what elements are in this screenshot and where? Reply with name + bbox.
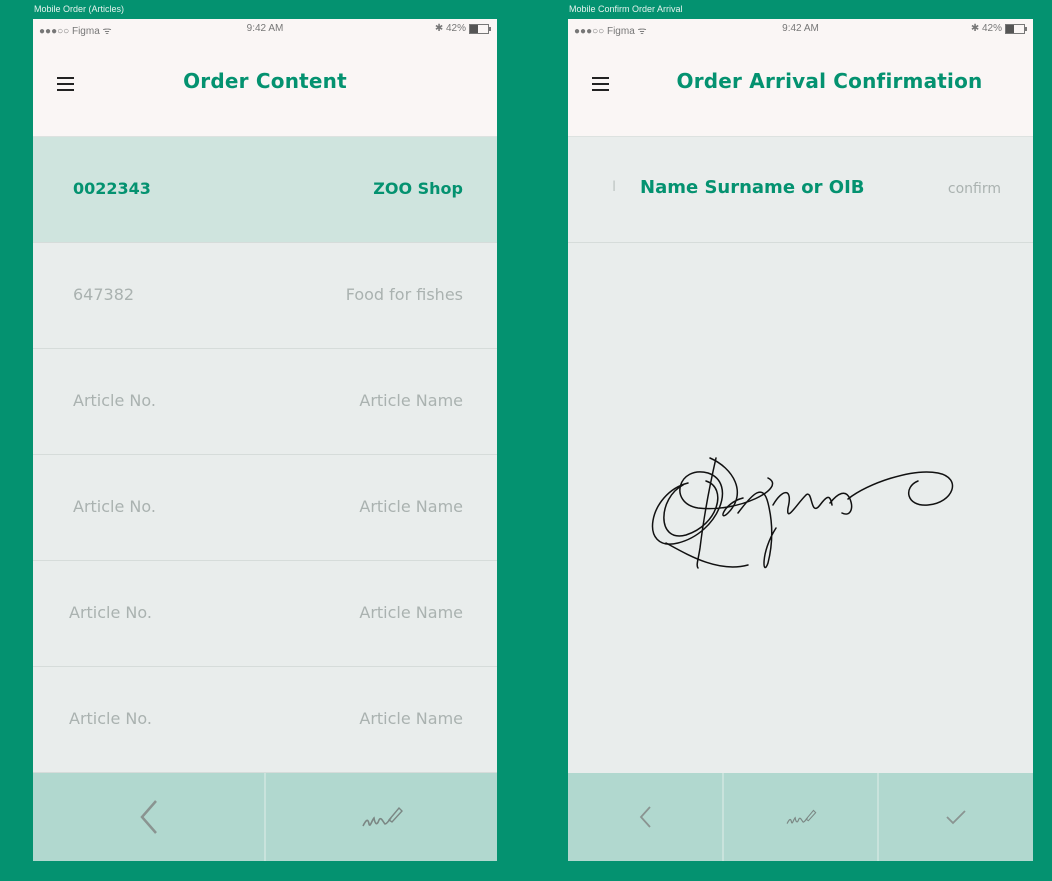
handwritten-signature: [651, 457, 954, 569]
bottom-action-bar: [568, 773, 1033, 861]
article-name: Food for fishes: [345, 285, 463, 304]
list-item[interactable]: 647382 Food for fishes: [33, 243, 497, 349]
hamburger-menu-icon[interactable]: [592, 77, 609, 91]
sign-button[interactable]: [724, 773, 880, 861]
back-button[interactable]: [33, 773, 266, 861]
article-name: Article Name: [359, 709, 463, 728]
order-number: 0022343: [73, 179, 151, 198]
time-text: 9:42 AM: [246, 23, 284, 34]
article-number: Article No.: [69, 603, 152, 622]
text-cursor: I: [612, 179, 617, 195]
status-bar: ●●●○○ Figma ᯤ 9:42 AM ✱ 42%: [33, 19, 497, 39]
back-icon: [139, 800, 157, 834]
article-number: Article No.: [69, 709, 152, 728]
name-input-field[interactable]: I Name Surname or OIB confirm: [568, 137, 1033, 243]
time-text: 9:42 AM: [782, 23, 819, 34]
article-number: Article No.: [73, 391, 156, 410]
phone-arrival-confirmation: ●●●○○ Figma ᯤ 9:42 AM ✱ 42% Order Arriva…: [568, 19, 1033, 861]
signature-icon: [786, 809, 816, 824]
confirm-button[interactable]: [879, 773, 1033, 861]
battery-icon: [1005, 23, 1027, 34]
page-title: Order Content: [183, 69, 347, 93]
check-icon: [946, 810, 966, 825]
bottom-action-bar: [33, 773, 497, 861]
name-placeholder: Name Surname or OIB: [640, 177, 865, 198]
signature-canvas[interactable]: [568, 243, 1033, 773]
app-header: Order Arrival Confirmation: [568, 39, 1033, 137]
article-number: 647382: [73, 285, 135, 304]
frame-label-right: Mobile Confirm Order Arrival: [569, 4, 683, 14]
phone-order-content: ●●●○○ Figma ᯤ 9:42 AM ✱ 42% Order Conten…: [33, 19, 497, 861]
article-name: Article Name: [359, 603, 463, 622]
list-item[interactable]: Article No. Article Name: [33, 667, 497, 773]
sign-button[interactable]: [266, 773, 497, 861]
back-button[interactable]: [568, 773, 724, 861]
battery-indicator: ✱ 42%: [434, 23, 491, 34]
confirm-link[interactable]: confirm: [948, 181, 1001, 197]
battery-text: ✱ 42%: [434, 23, 466, 34]
battery-icon: [469, 23, 491, 34]
battery-indicator: ✱ 42%: [970, 23, 1027, 34]
article-name: Article Name: [359, 497, 463, 516]
list-item[interactable]: Article No. Article Name: [33, 561, 497, 667]
list-item[interactable]: Article No. Article Name: [33, 455, 497, 561]
back-icon: [639, 806, 651, 828]
article-name: Article Name: [359, 391, 463, 410]
order-header-row[interactable]: 0022343 ZOO Shop: [33, 137, 497, 243]
article-number: Article No.: [73, 497, 156, 516]
app-header: Order Content: [33, 39, 497, 137]
page-title: Order Arrival Confirmation: [676, 69, 983, 93]
status-bar: ●●●○○ Figma ᯤ 9:42 AM ✱ 42%: [568, 19, 1033, 39]
list-item[interactable]: Article No. Article Name: [33, 349, 497, 455]
frame-label-left: Mobile Order (Articles): [34, 4, 125, 14]
signature-icon: [361, 806, 403, 827]
battery-text: ✱ 42%: [970, 23, 1002, 34]
shop-name: ZOO Shop: [373, 179, 463, 198]
